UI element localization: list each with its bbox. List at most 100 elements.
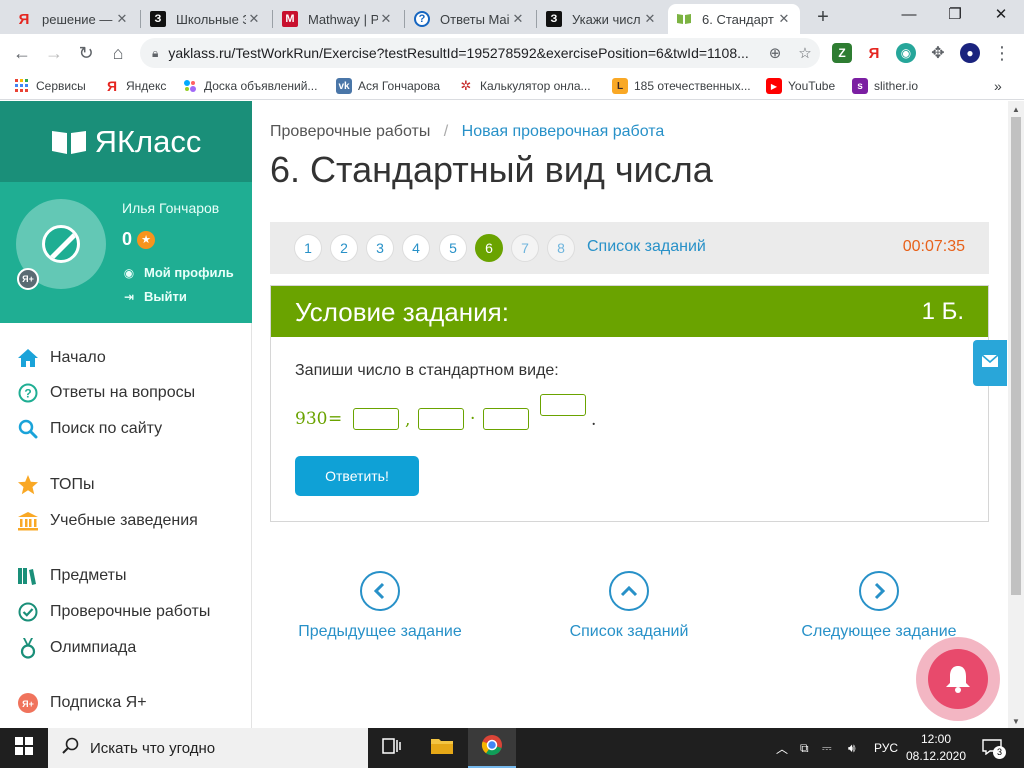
svg-text:?: ? — [24, 387, 31, 401]
new-tab-button[interactable]: + — [812, 6, 834, 28]
mantissa-fraction-input[interactable] — [418, 408, 464, 430]
breadcrumb-root-link[interactable]: Проверочные работы — [270, 123, 430, 140]
bookmark[interactable]: Сервисы — [14, 76, 86, 96]
bell-icon — [928, 649, 988, 709]
volume-icon[interactable]: 🔊︎ — [848, 728, 856, 768]
sidebar-item-subscription[interactable]: Я+ Подписка Я+ — [16, 688, 147, 718]
sidebar-item-tops[interactable]: ТОПы — [16, 470, 95, 500]
bookmark[interactable]: s slither.io — [852, 76, 918, 96]
logout-link-label: Выйти — [144, 289, 187, 304]
browser-tab[interactable]: З Укажи числ ✕ — [538, 4, 666, 34]
chrome-icon — [481, 734, 503, 761]
close-icon[interactable]: ✕ — [246, 11, 262, 27]
books-icon — [16, 564, 40, 588]
bookmark[interactable]: Доска объявлений... — [182, 76, 317, 96]
start-button[interactable] — [0, 728, 48, 768]
bookmark[interactable]: L 185 отечественных... — [612, 76, 751, 96]
tray-chevron-icon[interactable]: ︿ — [776, 728, 788, 768]
sidebar-item-subjects[interactable]: Предметы — [16, 561, 126, 591]
notification-bell-button[interactable] — [916, 637, 1000, 721]
restore-button[interactable]: ❐ — [932, 0, 978, 30]
more-bookmarks-button[interactable]: » — [994, 76, 1002, 96]
language-indicator[interactable]: РУС — [874, 728, 898, 768]
breadcrumb-current-link[interactable]: Новая проверочная работа — [462, 123, 665, 140]
page-scrollbar[interactable]: ▲ ▼ — [1008, 101, 1024, 728]
sidebar-item-home[interactable]: Начало — [16, 343, 106, 373]
back-button[interactable]: ← — [10, 41, 34, 65]
question-number-button[interactable]: 2 — [330, 234, 358, 262]
book-logo-icon — [51, 129, 87, 155]
profile-link[interactable]: ◉ Мой профиль — [122, 265, 234, 280]
browser-tab[interactable]: Я решение — ✕ — [8, 4, 138, 34]
question-number-button[interactable]: 3 — [366, 234, 394, 262]
bookmark[interactable]: ▶ YouTube — [766, 76, 835, 96]
question-number-button[interactable]: 5 — [439, 234, 467, 262]
chrome-button[interactable] — [468, 728, 516, 768]
question-number-button[interactable]: 7 — [511, 234, 539, 262]
question-number-current[interactable]: 6 — [475, 234, 503, 262]
close-window-button[interactable]: ✕ — [978, 0, 1024, 30]
next-task-link[interactable]: Следующее задание — [779, 571, 979, 641]
tray-device-icon[interactable]: ⧉ — [800, 728, 809, 768]
scroll-up-icon[interactable]: ▲ — [1012, 105, 1020, 114]
question-number-button[interactable]: 8 — [547, 234, 575, 262]
question-number-button[interactable]: 1 — [294, 234, 322, 262]
clock[interactable]: 12:00 08.12.2020 — [900, 731, 972, 765]
browser-tab-active[interactable]: 6. Стандарт ✕ — [668, 4, 800, 34]
close-icon[interactable]: ✕ — [642, 11, 658, 27]
extension-icon[interactable]: ◉ — [896, 43, 916, 63]
sidebar-item-tests[interactable]: Проверочные работы — [16, 597, 210, 627]
explorer-button[interactable] — [418, 728, 466, 768]
previous-task-link[interactable]: Предыдущее задание — [280, 571, 480, 641]
submit-answer-button[interactable]: Ответить! — [295, 456, 419, 496]
close-icon[interactable]: ✕ — [510, 11, 526, 27]
close-icon[interactable]: ✕ — [114, 11, 130, 27]
task-list-link[interactable]: Список заданий — [587, 238, 706, 256]
reload-button[interactable]: ↻ — [74, 41, 98, 65]
extension-icon[interactable]: Z — [832, 43, 852, 63]
mantissa-integer-input[interactable] — [353, 408, 399, 430]
home-button[interactable]: ⌂ — [106, 41, 130, 65]
minimize-button[interactable]: — — [886, 0, 932, 30]
exponent-input[interactable] — [540, 394, 586, 416]
notifications-button[interactable]: 3 — [982, 728, 1006, 768]
network-icon[interactable]: ⎓ — [822, 728, 832, 768]
bookmark-star-icon[interactable]: ☆ — [790, 44, 820, 62]
scroll-down-icon[interactable]: ▼ — [1012, 717, 1020, 726]
next-task-label: Следующее задание — [801, 623, 957, 640]
task-list-bottom-link[interactable]: Список заданий — [529, 571, 729, 641]
bookmark[interactable]: ✲ Калькулятор онла... — [458, 76, 591, 96]
bookmark[interactable]: Я Яндекс — [104, 76, 166, 96]
yandex-extension-icon[interactable]: Я — [864, 43, 884, 63]
sidebar-item-olympiad[interactable]: Олимпиада — [16, 633, 136, 663]
address-bar[interactable]: 🔒︎ yaklass.ru/TestWorkRun/Exercise?testR… — [140, 38, 820, 68]
sidebar-item-institutions[interactable]: Учебные заведения — [16, 506, 198, 536]
user-icon: ◉ — [123, 265, 135, 280]
forward-button[interactable]: → — [42, 41, 66, 65]
znanija-icon: З — [150, 11, 166, 27]
bookmark[interactable]: vk Ася Гончарова — [336, 76, 440, 96]
avatar[interactable]: ● — [960, 43, 980, 63]
base-input[interactable] — [483, 408, 529, 430]
taskbar-search[interactable]: Искать что угодно — [48, 728, 368, 768]
svg-text:Я+: Я+ — [22, 699, 34, 709]
close-icon[interactable]: ✕ — [378, 11, 394, 27]
menu-icon[interactable]: ⋮ — [990, 41, 1014, 65]
close-icon[interactable]: ✕ — [776, 11, 792, 27]
task-view-button[interactable] — [368, 728, 416, 768]
question-number-button[interactable]: 4 — [402, 234, 430, 262]
puzzle-icon[interactable]: ✥ — [928, 43, 948, 63]
feedback-mail-button[interactable] — [973, 340, 1007, 386]
browser-tab[interactable]: M Mathway | Pr ✕ — [274, 4, 402, 34]
lit-icon: L — [612, 78, 628, 94]
browser-tab[interactable]: З Школьные З ✕ — [142, 4, 270, 34]
sidebar-item-search[interactable]: Поиск по сайту — [16, 414, 162, 444]
logo[interactable]: ЯКласс — [0, 101, 252, 182]
browser-tab[interactable]: ? Ответы Mail ✕ — [406, 4, 534, 34]
scroll-thumb[interactable] — [1011, 117, 1021, 595]
timer: 00:07:35 — [902, 238, 965, 255]
logout-link[interactable]: ⇥ Выйти — [122, 289, 187, 304]
sidebar-item-answers[interactable]: ? Ответы на вопросы — [16, 378, 195, 408]
lock-icon: 🔒︎ — [152, 45, 159, 60]
install-icon[interactable]: ⊕ — [760, 44, 790, 62]
